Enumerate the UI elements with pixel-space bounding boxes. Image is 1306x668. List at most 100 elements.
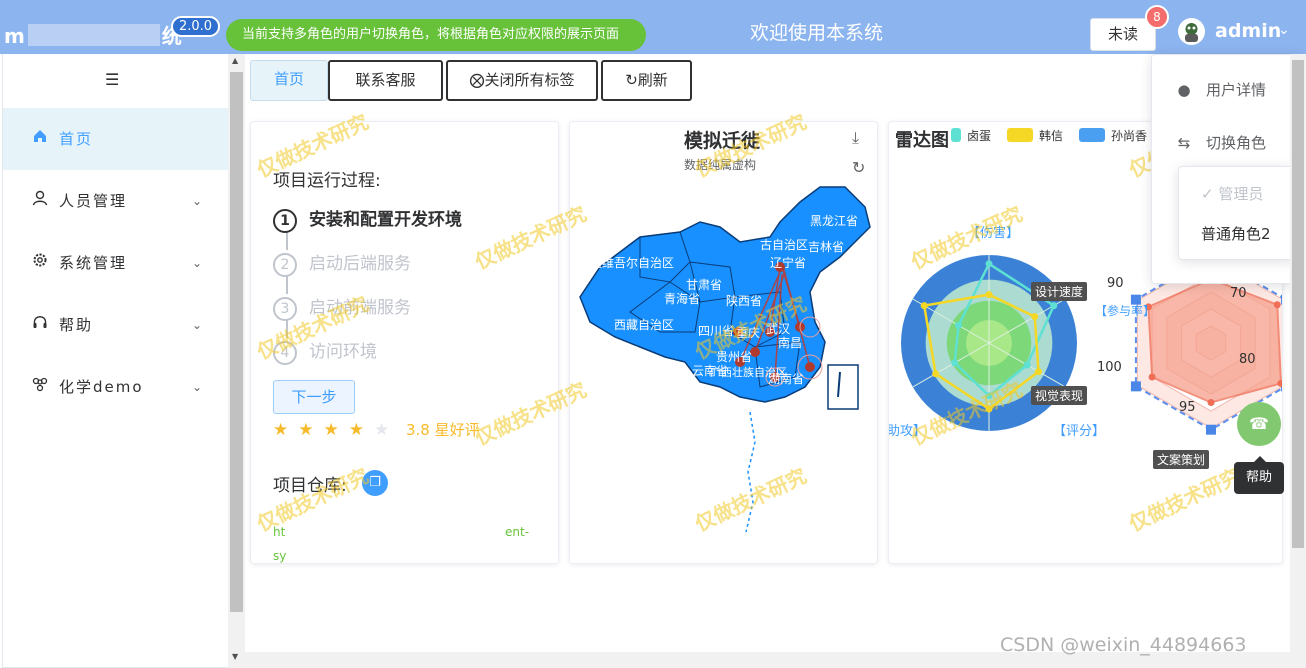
app-title: m统 bbox=[4, 24, 183, 48]
tab-home[interactable]: 首页 bbox=[250, 60, 328, 101]
user-details-item[interactable]: ● 用户详情 bbox=[1152, 72, 1301, 108]
role-normal-2[interactable]: 普通角色2 bbox=[1179, 215, 1295, 253]
steps-card: 项目运行过程: 1 安装和配置开发环境 2 启动后端服务 3 启动前端服务 4 访问环境… bbox=[250, 121, 559, 564]
map-label: 古自治区 bbox=[760, 238, 809, 252]
refresh-icon[interactable]: ↻ bbox=[852, 158, 865, 177]
chevron-down-icon: ⌄ bbox=[191, 194, 204, 208]
map-title: 模拟迁徙 bbox=[684, 130, 761, 152]
scrollbar-thumb[interactable] bbox=[230, 72, 243, 612]
role-admin[interactable]: ✓ 管理员 bbox=[1179, 175, 1295, 213]
radar-point bbox=[985, 291, 993, 299]
radar-point bbox=[951, 359, 959, 367]
sidebar-item-help[interactable]: 帮助 ⌄ bbox=[3, 294, 228, 356]
sidebar-item-users[interactable]: 人员管理 ⌄ bbox=[3, 170, 228, 232]
role-label: 普通角色2 bbox=[1201, 225, 1271, 243]
menu-item-label: 用户详情 bbox=[1206, 81, 1267, 99]
radar-marker bbox=[1281, 294, 1282, 305]
menu-item-label: 切换角色 bbox=[1206, 134, 1267, 152]
map-label: 南昌 bbox=[778, 336, 803, 350]
step-number: 2 bbox=[273, 253, 297, 277]
star-icon[interactable]: ★ bbox=[298, 420, 323, 440]
radar-marker bbox=[1130, 381, 1141, 392]
refresh-button[interactable]: ↻刷新 bbox=[601, 60, 692, 101]
radar-tick-label: 80 bbox=[1239, 352, 1256, 367]
redacted-title bbox=[27, 24, 160, 46]
map-label: 吉林省 bbox=[808, 240, 845, 254]
radar-indicator-label: 【评分】 bbox=[1053, 424, 1106, 439]
radar-tick-label: 95 bbox=[1179, 400, 1196, 415]
step-number: 3 bbox=[273, 297, 297, 321]
radar-point bbox=[1273, 301, 1281, 309]
map-card: 模拟迁徙 数据纯属虚构 ⤓ ↻ 黑龙江省 吉林省 辽宁省 古自治区 新疆维吾尔自… bbox=[569, 121, 878, 564]
radar-point bbox=[985, 392, 993, 400]
steps-title: 项目运行过程: bbox=[273, 171, 381, 191]
repo-url-start: ht bbox=[273, 525, 286, 539]
star-icon[interactable]: ★ bbox=[374, 420, 399, 440]
radar-indicator-label: 视觉表现 bbox=[1031, 386, 1088, 405]
username[interactable]: admin bbox=[1215, 20, 1281, 42]
repo-url[interactable]: ht ent-sy bbox=[273, 520, 535, 563]
map-label: 新疆维吾尔自治区 bbox=[578, 256, 675, 270]
step-label: 访问环境 bbox=[309, 342, 377, 362]
user-avatar[interactable] bbox=[1178, 18, 1205, 45]
repo-url-line2: sy bbox=[273, 549, 287, 563]
radar-point bbox=[1207, 399, 1215, 406]
radar-indicator-label: 【伤害】 bbox=[967, 226, 1020, 241]
tab-customer-service[interactable]: 联系客服 bbox=[328, 60, 443, 101]
scrollbar-thumb[interactable] bbox=[1292, 60, 1304, 548]
sidebar-item-label: 首页 bbox=[59, 130, 94, 148]
chevron-down-icon[interactable]: ⌄ bbox=[1278, 22, 1290, 38]
copy-icon[interactable]: ❐ bbox=[362, 470, 388, 496]
sidebar-scrollbar[interactable]: ▲ ▼ bbox=[228, 54, 245, 668]
radar-point bbox=[955, 321, 963, 329]
rating-stars[interactable]: ★★★★★ bbox=[273, 420, 399, 440]
star-icon[interactable]: ★ bbox=[273, 420, 298, 440]
star-icon[interactable]: ★ bbox=[324, 420, 349, 440]
version-badge: 2.0.0 bbox=[171, 16, 221, 37]
radar-point bbox=[1148, 373, 1156, 381]
check-icon: ✓ bbox=[1201, 185, 1219, 203]
map-label: 黑龙江省 bbox=[810, 214, 859, 228]
star-icon[interactable]: ★ bbox=[349, 420, 374, 440]
sidebar-item-chemistry[interactable]: 化学demo ⌄ bbox=[3, 356, 228, 418]
map-label: 陕西省 bbox=[726, 294, 763, 308]
content-scrollbar[interactable] bbox=[1290, 54, 1306, 668]
radar-point bbox=[932, 370, 940, 378]
csdn-credit: CSDN @weixin_44894663 bbox=[1000, 634, 1247, 656]
step-number: 1 bbox=[273, 209, 297, 233]
chevron-down-icon: ⌄ bbox=[191, 380, 204, 394]
molecule-icon bbox=[31, 356, 49, 418]
chevron-down-icon: ⌄ bbox=[191, 318, 204, 332]
role-submenu: ✓ 管理员 普通角色2 bbox=[1178, 166, 1296, 260]
close-all-tabs-button[interactable]: ⨂关闭所有标签 bbox=[446, 60, 598, 101]
help-button[interactable]: ☎ bbox=[1237, 402, 1281, 446]
gear-icon bbox=[31, 232, 49, 294]
role-notice: 当前支持多角色的用户切换角色，将根据角色对应权限的展示页面 bbox=[226, 19, 646, 51]
map-subtitle: 数据纯属虚构 bbox=[684, 158, 757, 172]
scroll-up-icon[interactable]: ▲ bbox=[232, 56, 238, 65]
radar-point bbox=[1023, 361, 1031, 369]
sidebar-item-system[interactable]: 系统管理 ⌄ bbox=[3, 232, 228, 294]
menu-collapse-icon[interactable]: ☰ bbox=[105, 70, 119, 89]
step-label: 启动前端服务 bbox=[309, 298, 411, 318]
radar-point bbox=[920, 302, 928, 310]
next-step-button[interactable]: 下一步 bbox=[273, 380, 355, 414]
chevron-down-icon: ⌄ bbox=[191, 256, 204, 270]
map-label: 甘肃省 bbox=[686, 278, 723, 292]
radar-point bbox=[1031, 313, 1039, 321]
step-3: 3 启动前端服务 bbox=[273, 293, 411, 321]
home-icon bbox=[31, 108, 49, 170]
unread-count-badge: 8 bbox=[1145, 5, 1169, 29]
step-1: 1 安装和配置开发环境 bbox=[273, 205, 462, 233]
radar-marker bbox=[1206, 424, 1216, 435]
sidebar-item-home[interactable]: 首页 bbox=[3, 108, 228, 170]
map-label: 西藏自治区 bbox=[614, 318, 675, 332]
scroll-down-icon[interactable]: ▼ bbox=[232, 652, 238, 661]
headset-icon bbox=[31, 294, 49, 356]
map-label: 辽宁省 bbox=[770, 256, 807, 270]
map-label: 四川省 bbox=[698, 324, 735, 338]
switch-role-item[interactable]: ⇆ 切换角色 bbox=[1152, 125, 1301, 161]
step-2: 2 启动后端服务 bbox=[273, 249, 411, 277]
headset-icon: ☎ bbox=[1249, 414, 1269, 433]
download-icon[interactable]: ⤓ bbox=[852, 128, 859, 148]
